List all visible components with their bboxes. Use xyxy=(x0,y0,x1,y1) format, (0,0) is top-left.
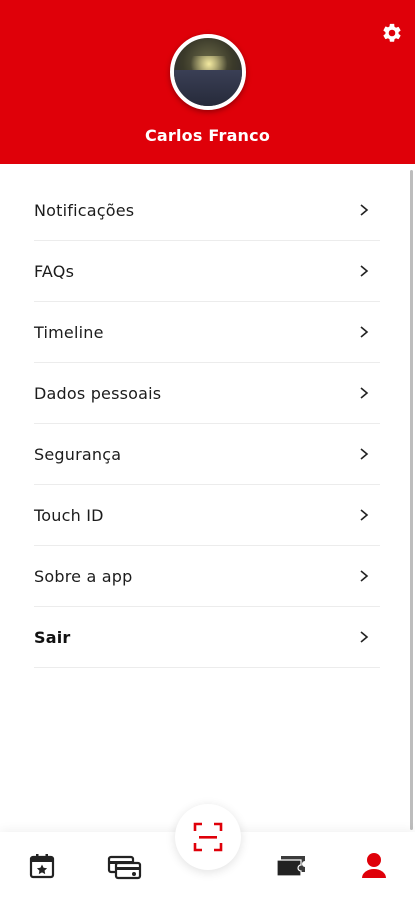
menu-item-label: Sobre a app xyxy=(34,566,133,586)
menu-item-timeline[interactable]: Timeline xyxy=(34,302,380,363)
avatar-photo-crowd xyxy=(174,70,242,106)
menu-item-label: Touch ID xyxy=(34,505,104,525)
chevron-right-icon xyxy=(358,326,370,338)
cards-icon xyxy=(107,855,142,880)
menu-item-sair[interactable]: Sair xyxy=(34,607,380,668)
nav-profile-button[interactable] xyxy=(354,848,394,884)
menu-item-label: Notificações xyxy=(34,200,135,220)
profile-menu: Notificações FAQs Timeline Dados pessoai… xyxy=(34,180,380,668)
menu-item-notificacoes[interactable]: Notificações xyxy=(34,180,380,241)
menu-item-label: Sair xyxy=(34,627,71,647)
menu-item-label: Timeline xyxy=(34,322,104,342)
calendar-star-icon xyxy=(29,854,55,879)
menu-item-label: Segurança xyxy=(34,444,122,464)
menu-item-seguranca[interactable]: Segurança xyxy=(34,424,380,485)
nav-calendar-button[interactable] xyxy=(22,848,62,884)
chevron-right-icon xyxy=(358,204,370,216)
nav-tickets-button[interactable] xyxy=(271,848,311,884)
scrollbar[interactable] xyxy=(410,170,413,830)
scan-icon xyxy=(193,822,223,852)
menu-item-label: Dados pessoais xyxy=(34,383,162,403)
chevron-right-icon xyxy=(358,265,370,277)
profile-header: Carlos Franco xyxy=(0,0,415,164)
menu-item-dados-pessoais[interactable]: Dados pessoais xyxy=(34,363,380,424)
menu-item-label: FAQs xyxy=(34,261,75,281)
chevron-right-icon xyxy=(358,387,370,399)
scan-button[interactable] xyxy=(175,804,241,870)
chevron-right-icon xyxy=(358,448,370,460)
menu-item-touch-id[interactable]: Touch ID xyxy=(34,485,380,546)
avatar[interactable] xyxy=(170,34,246,110)
gear-icon xyxy=(383,23,401,42)
menu-item-sobre-a-app[interactable]: Sobre a app xyxy=(34,546,380,607)
chevron-right-icon xyxy=(358,570,370,582)
profile-icon xyxy=(362,853,386,878)
settings-button[interactable] xyxy=(379,20,405,46)
tickets-icon xyxy=(276,856,305,877)
nav-cards-button[interactable] xyxy=(104,848,144,884)
user-name: Carlos Franco xyxy=(144,126,271,145)
chevron-right-icon xyxy=(358,631,370,643)
chevron-right-icon xyxy=(358,509,370,521)
menu-item-faqs[interactable]: FAQs xyxy=(34,241,380,302)
